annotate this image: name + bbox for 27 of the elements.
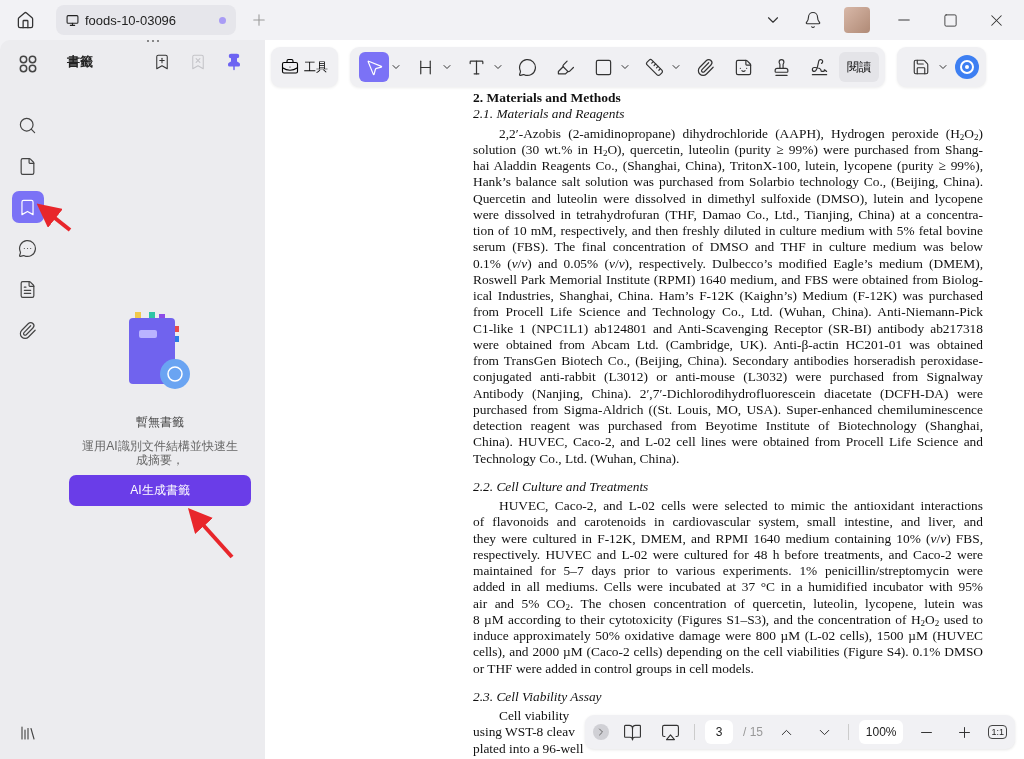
read-mode-button[interactable]: 閱讀 [839, 52, 879, 82]
body-paragraph: 2,2′-Azobis (2-amidinopropane) dihydrochloride (AAPH), Hydrogen peroxide (H$_{2}$O$_{2}$) solution (30 wt.% in H$_{2}$O), quercetin, luteolin (purity ≥ 99%) were purchased from Shang- hai Aladdin Reagents Co., (Shanghai, China), TritonX-100, lutein, lycopene (purity ≥ 99%), Hank’s balance salt solution was purchased from Solarbio technology Co., (Beijing, China). Quercetin and luteolin were dissolved in dimethyl sulfoxide (DMSO), lutein and lycopene were dissolved in tetrahydrofuran (THF, Damao Co., Ltd., Tianjing, China) at a concentra- tion of 10 mM, respectively, and then freshly diluted in culture medium with 5% fetal bovine serum (FBS). The final concentration of DMSO and THF in culture medium was below 0.1% (v/v) and 0.05% (v/v), respectively. Dulbecco’s modified Eagle’s medium (DMEM), Roswell Park Memorial Institute (RPMI) 1640 medium, and FBS were obtained from Biolog- ical Industries, Shanghai, China. Ham’s F-12K (Kaighn’s) Medium (F-12K) was purchased from Procell Life Science and Technology Co., Ltd. (Wuhan, China). Anti-Niemann-Pick C1-like 1 (NPC1L1) ab124801 and Anti-Scavenging Receptor (SR-BI) antibody ab217318 were obtained from Abcam Ltd. (Cambridge, UK). Anti-β-actin HC201-01 was obtained from TransGen Biotech Co., (Beijing, China). Secondary antibodies horseradish peroxidase- conjugated anti-rabbit (L3012) or anti-mouse (L3032) were purchased from Signalway Antibody (Nanjing, China). 2′,7′-Dichlorodihydrofluorescein diacetate (DCFH-DA) were purchased from Sigma-Aldrich ((St. Louis, MO, USA). Super-enhanced chemiluminescence detection reagent was purchased from Beyotime Institute of Biotechnology (Shanghai, China). HUVEC, Caco-2, and L-02 cell lines were obtained from Procell Life Science and Technology Co., Ltd. (Wuhan, China). [473, 125, 983, 467]
toolbox-icon [281, 58, 299, 76]
document-tab[interactable]: foods-10-03096 [56, 5, 236, 35]
body-text-line: Cell viability [499, 708, 570, 725]
empty-description: 運用AI識別文件結構並快速生成摘要， [81, 439, 239, 467]
monitor-icon [66, 13, 79, 27]
zoom-field[interactable]: 100% [859, 720, 903, 744]
body-paragraph: HUVEC, Caco-2, and L-02 cells were selected to mimic the antioxidant interactions of flavonoids and carotenoids in cardiovascular system, small intestine, and liver, and they were cultured in F-12K, DMEM, and RPMI 1640 medium containing 10% (v/v) FBS, respectively. HUVEC and L-02 were cultured for 48 h before treatments, and Caco-2 were maintained for 5–7 days prior to various experiments. 1% penicillin/streptomycin were added in all mediums. Cells were incubated at 37 °C in a humidified incubator with 95% air and 5% CO$_{2}$. The chosen concentration of quercetin, luteolin, lycopene, lutein was 8 µM according to their cytotoxicity (Figures S1–S3), and the concentration of H$_{2}$O$_{2}$ used to induce approximately 50% oxidative damage were 800 µM (L-02 cells), 1500 µM (HUVEC cells), and 2000 µM (Caco-2 cells) depending on the cell viabilities (Figure S4). 0.1% DMSO or THF were added in control groups in cell models. [473, 498, 983, 677]
ai-generate-button[interactable]: AI生成書籤 [69, 475, 251, 506]
page-number-field[interactable]: 3 [705, 720, 733, 744]
body-text-line: using WST-8 cleav [473, 724, 575, 741]
pointer-arrow [187, 508, 234, 559]
pointer-arrow [36, 203, 72, 232]
subsection-heading: 2.3. Cell Viability Assay [473, 688, 603, 705]
empty-title: 暫無書籤 [136, 414, 184, 431]
body-text-line: plated into a 96-well [473, 740, 584, 757]
section-heading: 2. Materials and Methods [473, 90, 622, 107]
page-total: / 15 [743, 725, 763, 739]
subsection-heading: 2.2. Cell Culture and Treatments [473, 478, 650, 495]
bookmark-icon[interactable] [11, 191, 44, 223]
actual-size-button[interactable]: 1:1 [988, 725, 1007, 739]
pointer-icon[interactable] [359, 52, 389, 82]
panel-title: 書籤 [67, 53, 94, 71]
subsection-heading: 2.1. Materials and Reagents [473, 106, 626, 123]
ai-assistant-icon[interactable] [954, 54, 980, 80]
tools-button[interactable]: 工具 [271, 47, 338, 87]
